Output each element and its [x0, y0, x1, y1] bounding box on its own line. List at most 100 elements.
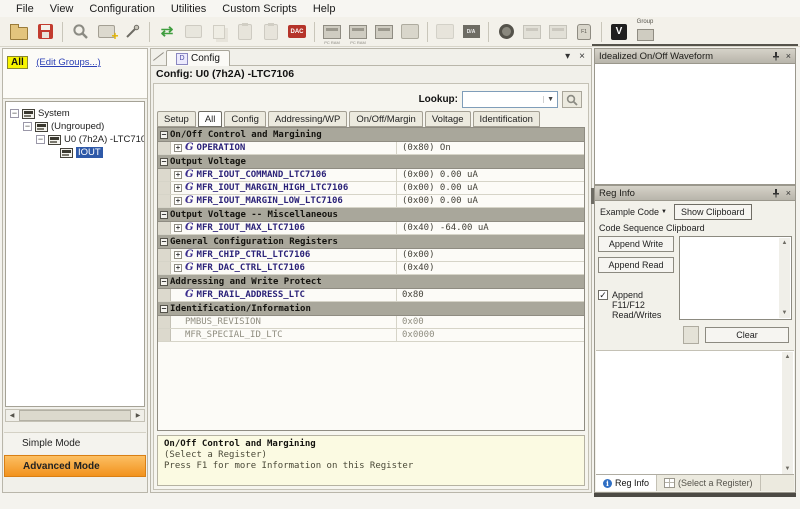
scroll-left-icon[interactable]: ◀	[6, 412, 18, 419]
register-row-mfr-chip-ctrl-ltc7106[interactable]: +GMFR_CHIP_CTRL_LTC7106(0x00)	[158, 249, 584, 262]
section-header-identification-information[interactable]: −Identification/Information	[158, 302, 584, 316]
pin-icon[interactable]	[772, 188, 780, 198]
tab-setup[interactable]: Setup	[157, 111, 196, 127]
tab-all[interactable]: All	[198, 111, 223, 127]
ram-write-all-icon[interactable]	[371, 19, 397, 45]
example-code-view[interactable]: ▲ ▼	[596, 350, 794, 475]
expand-register-icon[interactable]: +	[174, 264, 182, 272]
close-icon[interactable]: ×	[786, 188, 791, 198]
collapse-section-icon[interactable]: −	[160, 211, 168, 219]
simple-mode-button[interactable]: Simple Mode	[4, 432, 146, 454]
scroll-down-icon[interactable]: ▼	[785, 464, 791, 474]
da-converter-icon[interactable]: D/A	[458, 19, 484, 45]
collapse-icon[interactable]: −	[10, 109, 19, 118]
read-ram-to-pc-icon[interactable]: PC RAM	[345, 19, 371, 45]
status-box-icon[interactable]	[397, 19, 423, 45]
lookup-search-button[interactable]	[562, 91, 582, 108]
comment-icon[interactable]	[180, 19, 206, 45]
append-read-button[interactable]: Append Read	[598, 257, 674, 273]
tab-identification[interactable]: Identification	[473, 111, 540, 127]
advanced-mode-button[interactable]: Advanced Mode	[4, 455, 146, 477]
scrollbar-thumb[interactable]	[19, 410, 131, 421]
search-icon[interactable]	[67, 19, 93, 45]
close-icon[interactable]: ×	[786, 51, 791, 61]
chip-config-icon[interactable]	[432, 19, 458, 45]
section-header-on-off-control-and-margining[interactable]: −On/Off Control and Margining	[158, 128, 584, 142]
open-file-icon[interactable]	[6, 19, 32, 45]
section-header-output-voltage[interactable]: −Output Voltage	[158, 155, 584, 169]
register-row-pmbus-revision[interactable]: PMBUS_REVISION0x00	[158, 316, 584, 329]
tab-config[interactable]: Config	[224, 111, 265, 127]
section-header-general-configuration-registers[interactable]: −General Configuration Registers	[158, 235, 584, 249]
tab-addressing-wp[interactable]: Addressing/WP	[268, 111, 347, 127]
osd-scope-icon[interactable]	[493, 19, 519, 45]
lookup-combobox[interactable]: ▼	[462, 91, 558, 108]
expand-register-icon[interactable]: +	[174, 251, 182, 259]
scroll-up-icon[interactable]: ▲	[785, 352, 791, 362]
collapse-section-icon[interactable]: −	[160, 238, 168, 246]
register-row-mfr-iout-max-ltc7106[interactable]: +GMFR_IOUT_MAX_LTC7106(0x40) -64.00 uA	[158, 222, 584, 235]
write-pc-to-ram-icon[interactable]: PC RAM	[319, 19, 345, 45]
collapse-section-icon[interactable]: −	[160, 158, 168, 166]
tree-node-iout[interactable]: IOUT	[6, 146, 144, 159]
close-document-icon[interactable]: ×	[579, 51, 585, 62]
expand-register-icon[interactable]: +	[174, 224, 182, 232]
show-clipboard-button[interactable]: Show Clipboard	[674, 204, 752, 220]
combo-dropdown-icon[interactable]: ▼	[543, 96, 557, 103]
code-view-scrollbar[interactable]: ▲ ▼	[782, 352, 793, 474]
expand-register-icon[interactable]: +	[174, 197, 182, 205]
collapse-section-icon[interactable]: −	[160, 305, 168, 313]
dock-tab-reg-info[interactable]: iReg Info	[596, 475, 657, 491]
paste-special-icon[interactable]	[258, 19, 284, 45]
append-write-button[interactable]: Append Write	[598, 236, 674, 252]
expand-register-icon[interactable]: +	[174, 184, 182, 192]
tab-voltage[interactable]: Voltage	[425, 111, 471, 127]
tree-horizontal-scrollbar[interactable]: ◀ ▶	[5, 409, 145, 422]
collapse-section-icon[interactable]: −	[160, 278, 168, 286]
tree-node-system[interactable]: −System	[6, 107, 144, 120]
register-row-mfr-special-id-ltc[interactable]: MFR_SPECIAL_ID_LTC0x0000	[158, 329, 584, 342]
verify-icon[interactable]: V	[606, 19, 632, 45]
menu-configuration[interactable]: Configuration	[81, 2, 162, 16]
menu-file[interactable]: File	[8, 2, 42, 16]
ram-a-icon[interactable]	[519, 19, 545, 45]
tree-node-u0-7h2a-ltc7106[interactable]: −U0 (7h2A) -LTC7106	[6, 133, 144, 146]
example-code-dropdown[interactable]: Example Code ▼	[598, 206, 669, 218]
menu-utilities[interactable]: Utilities	[163, 2, 214, 16]
scroll-down-icon[interactable]: ▼	[782, 308, 788, 318]
scroll-right-icon[interactable]: ▶	[132, 412, 144, 419]
collapse-icon[interactable]: −	[23, 122, 32, 131]
register-row-mfr-rail-address-ltc[interactable]: GMFR_RAIL_ADDRESS_LTC0x80	[158, 289, 584, 302]
expand-register-icon[interactable]: +	[174, 144, 182, 152]
clear-button[interactable]: Clear	[705, 327, 789, 343]
ram-b-icon[interactable]	[545, 19, 571, 45]
register-row-mfr-iout-margin-low-ltc7106[interactable]: +GMFR_IOUT_MARGIN_LOW_LTC7106(0x00) 0.00…	[158, 195, 584, 208]
textarea-scrollbar[interactable]: ▲ ▼	[779, 238, 790, 318]
wizard-icon[interactable]	[119, 19, 145, 45]
all-group-badge[interactable]: All	[7, 56, 28, 69]
tree-node-ungrouped[interactable]: −(Ungrouped)	[6, 120, 144, 133]
register-row-mfr-iout-command-ltc7106[interactable]: +GMFR_IOUT_COMMAND_LTC7106(0x00) 0.00 uA	[158, 169, 584, 182]
pin-icon[interactable]	[772, 51, 780, 61]
register-row-mfr-iout-margin-high-ltc7106[interactable]: +GMFR_IOUT_MARGIN_HIGH_LTC7106(0x00) 0.0…	[158, 182, 584, 195]
collapse-section-icon[interactable]: −	[160, 131, 168, 139]
append-f11-f12-checkbox[interactable]: ✓	[598, 290, 608, 300]
menu-custom-scripts[interactable]: Custom Scripts	[214, 2, 305, 16]
disabled-small-button[interactable]	[683, 326, 699, 344]
paste-icon[interactable]	[232, 19, 258, 45]
scroll-up-icon[interactable]: ▲	[782, 238, 788, 248]
code-sequence-textarea[interactable]: ▲ ▼	[679, 236, 792, 320]
sync-refresh-icon[interactable]: ⇄	[154, 19, 180, 45]
save-icon[interactable]	[32, 19, 58, 45]
dock-menu-icon[interactable]: ▾	[565, 51, 570, 62]
collapse-icon[interactable]: −	[36, 135, 45, 144]
config-document-tab[interactable]: D Config	[166, 50, 230, 66]
register-row-operation[interactable]: +GOPERATION(0x80) On	[158, 142, 584, 155]
add-comment-icon[interactable]: +	[93, 19, 119, 45]
dac-icon[interactable]: DAC	[284, 19, 310, 45]
edit-groups-link[interactable]: (Edit Groups...)	[36, 57, 100, 68]
section-header-addressing-and-write-protect[interactable]: −Addressing and Write Protect	[158, 275, 584, 289]
tab-on-off-margin[interactable]: On/Off/Margin	[349, 111, 423, 127]
copy-icon[interactable]	[206, 19, 232, 45]
menu-help[interactable]: Help	[305, 2, 344, 16]
